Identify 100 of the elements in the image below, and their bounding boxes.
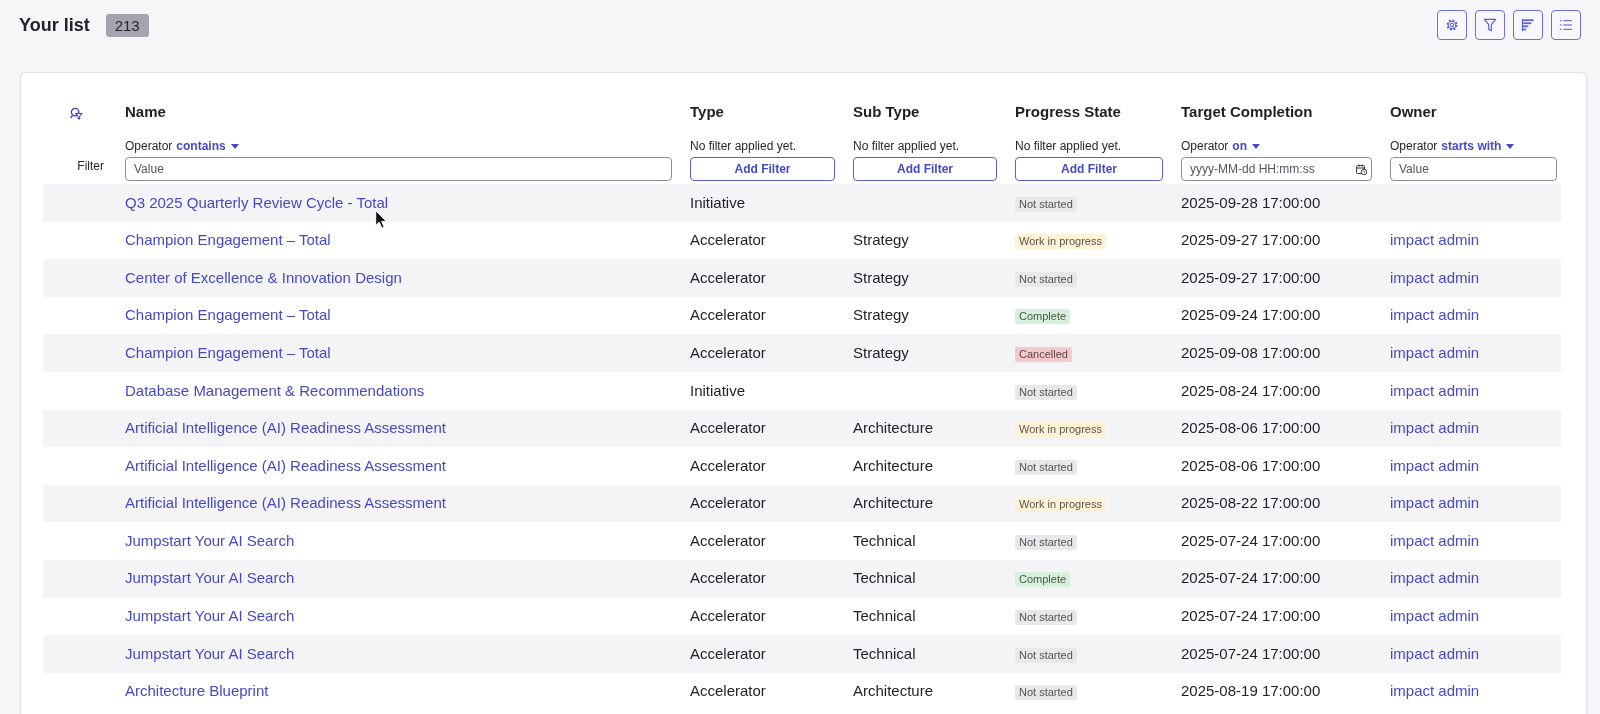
add-filter-button[interactable]: Add Filter [1015, 157, 1163, 181]
item-name-link[interactable]: Architecture Blueprint [125, 682, 269, 700]
owner-link[interactable]: impact admin [1390, 682, 1480, 700]
progress-status-tag: Not started [1015, 534, 1077, 550]
operator-dropdown[interactable]: starts with [1441, 138, 1515, 154]
item-name-link[interactable]: Champion Engagement – Total [125, 231, 331, 249]
type-text: Accelerator [690, 682, 766, 700]
type-text: Accelerator [690, 306, 766, 324]
item-count: 213 [105, 13, 149, 37]
calendar-clock-icon[interactable] [1356, 163, 1367, 175]
sub-type-text: Architecture [853, 682, 934, 700]
sub-type-text: Architecture [853, 494, 934, 512]
caret-icon [1252, 143, 1261, 149]
progress-status-tag: Not started [1015, 459, 1077, 475]
column-header: Owner [1389, 102, 1438, 122]
owner-link[interactable]: impact admin [1390, 456, 1480, 474]
progress-status-tag: Work in progress [1015, 234, 1106, 250]
list-icon [1559, 18, 1573, 32]
progress-status-tag: Complete [1015, 309, 1071, 325]
progress-status-tag: Not started [1015, 647, 1077, 663]
owner-link[interactable]: impact admin [1390, 531, 1480, 549]
bars-view-button[interactable] [1513, 10, 1543, 40]
sub-type-text: Architecture [853, 419, 934, 437]
filter-status-text: No filter applied yet. [853, 138, 960, 155]
target-date-text: 2025-08-24 17:00:00 [1181, 381, 1321, 399]
target-date-text: 2025-09-27 17:00:00 [1181, 268, 1321, 286]
target-date-text: 2025-07-24 17:00:00 [1181, 644, 1321, 662]
item-name-link[interactable]: Champion Engagement – Total [125, 343, 331, 361]
progress-status-tag: Not started [1015, 271, 1077, 287]
filter-button[interactable] [1475, 10, 1505, 40]
settings-button[interactable] [1437, 10, 1467, 40]
caret-icon [230, 143, 239, 149]
column-header: Type [689, 102, 725, 122]
type-text: Accelerator [690, 456, 766, 474]
owner-link[interactable]: impact admin [1390, 306, 1480, 324]
gear-icon [1445, 18, 1459, 32]
item-name-link[interactable]: Jumpstart Your AI Search [125, 607, 295, 625]
add-filter-button[interactable]: Add Filter [853, 157, 997, 181]
operator-label: Operator [125, 138, 173, 155]
sub-type-text: Strategy [853, 231, 909, 249]
progress-status-tag: Work in progress [1015, 497, 1106, 513]
column-header: Name [124, 102, 167, 122]
progress-status-tag: Work in progress [1015, 422, 1106, 438]
sub-type-text: Architecture [853, 456, 934, 474]
target-date-text: 2025-09-24 17:00:00 [1181, 306, 1321, 324]
filter-status-text: No filter applied yet. [1015, 138, 1122, 155]
item-name-link[interactable]: Database Management & Recommendations [125, 381, 425, 399]
item-name-link[interactable]: Jumpstart Your AI Search [125, 569, 295, 587]
progress-status-tag: Not started [1015, 610, 1077, 626]
target-date-text: 2025-08-06 17:00:00 [1181, 456, 1321, 474]
progress-status-tag: Complete [1015, 572, 1071, 588]
operator-dropdown[interactable]: contains [176, 138, 239, 154]
column-header: Sub Type [852, 102, 921, 122]
item-name-link[interactable]: Artificial Intelligence (AI) Readiness Assessment [125, 456, 446, 474]
target-date-text: 2025-08-19 17:00:00 [1181, 682, 1321, 700]
caret-icon [1506, 143, 1515, 149]
type-text: Accelerator [690, 231, 766, 249]
item-name-link[interactable]: Jumpstart Your AI Search [125, 644, 295, 662]
add-filter-button[interactable]: Add Filter [690, 157, 835, 181]
list-view-button[interactable] [1551, 10, 1581, 40]
target-date-text: 2025-07-24 17:00:00 [1181, 569, 1321, 587]
type-text: Accelerator [690, 607, 766, 625]
type-text: Initiative [690, 193, 746, 211]
sub-type-text: Strategy [853, 343, 909, 361]
filter-status-text: No filter applied yet. [690, 138, 797, 155]
column-header: Target Completion [1180, 102, 1314, 122]
sub-type-text: Technical [853, 569, 916, 587]
target-date-text: 2025-08-06 17:00:00 [1181, 419, 1321, 437]
page-title: Your list [19, 14, 90, 36]
type-text: Accelerator [690, 419, 766, 437]
progress-status-tag: Not started [1015, 685, 1077, 701]
date-field[interactable]: yyyy-MM-dd HH:mm:ss [1181, 157, 1372, 181]
owner-link[interactable]: impact admin [1390, 607, 1480, 625]
target-date-text: 2025-09-28 17:00:00 [1181, 193, 1321, 211]
type-text: Accelerator [690, 268, 766, 286]
target-date-text: 2025-09-08 17:00:00 [1181, 343, 1321, 361]
item-name-link[interactable]: Champion Engagement – Total [125, 306, 331, 324]
item-name-link[interactable]: Jumpstart Your AI Search [125, 531, 295, 549]
operator-label: Operator [1181, 138, 1229, 155]
column-header: Progress State [1014, 102, 1122, 122]
operator-label: Operator [1390, 138, 1438, 155]
target-date-text: 2025-07-24 17:00:00 [1181, 607, 1321, 625]
target-date-text: 2025-07-24 17:00:00 [1181, 531, 1321, 549]
sub-type-text: Strategy [853, 268, 909, 286]
funnel-icon [1483, 18, 1497, 32]
type-text: Accelerator [690, 569, 766, 587]
value-field[interactable]: Value [1390, 157, 1557, 181]
sub-type-text: Technical [853, 607, 916, 625]
owner-link[interactable]: impact admin [1390, 231, 1480, 249]
owner-link[interactable]: impact admin [1390, 381, 1480, 399]
horizontal-bars-icon [1521, 18, 1535, 32]
progress-status-tag: Not started [1015, 196, 1077, 212]
type-text: Initiative [690, 381, 746, 399]
value-field[interactable]: Value [125, 157, 672, 181]
type-text: Accelerator [690, 494, 766, 512]
magnifier-funnel-icon [69, 106, 83, 120]
filter-label: Filter [77, 159, 104, 173]
operator-dropdown[interactable]: on [1232, 138, 1261, 154]
target-date-text: 2025-09-27 17:00:00 [1181, 231, 1321, 249]
progress-status-tag: Cancelled [1015, 346, 1072, 362]
